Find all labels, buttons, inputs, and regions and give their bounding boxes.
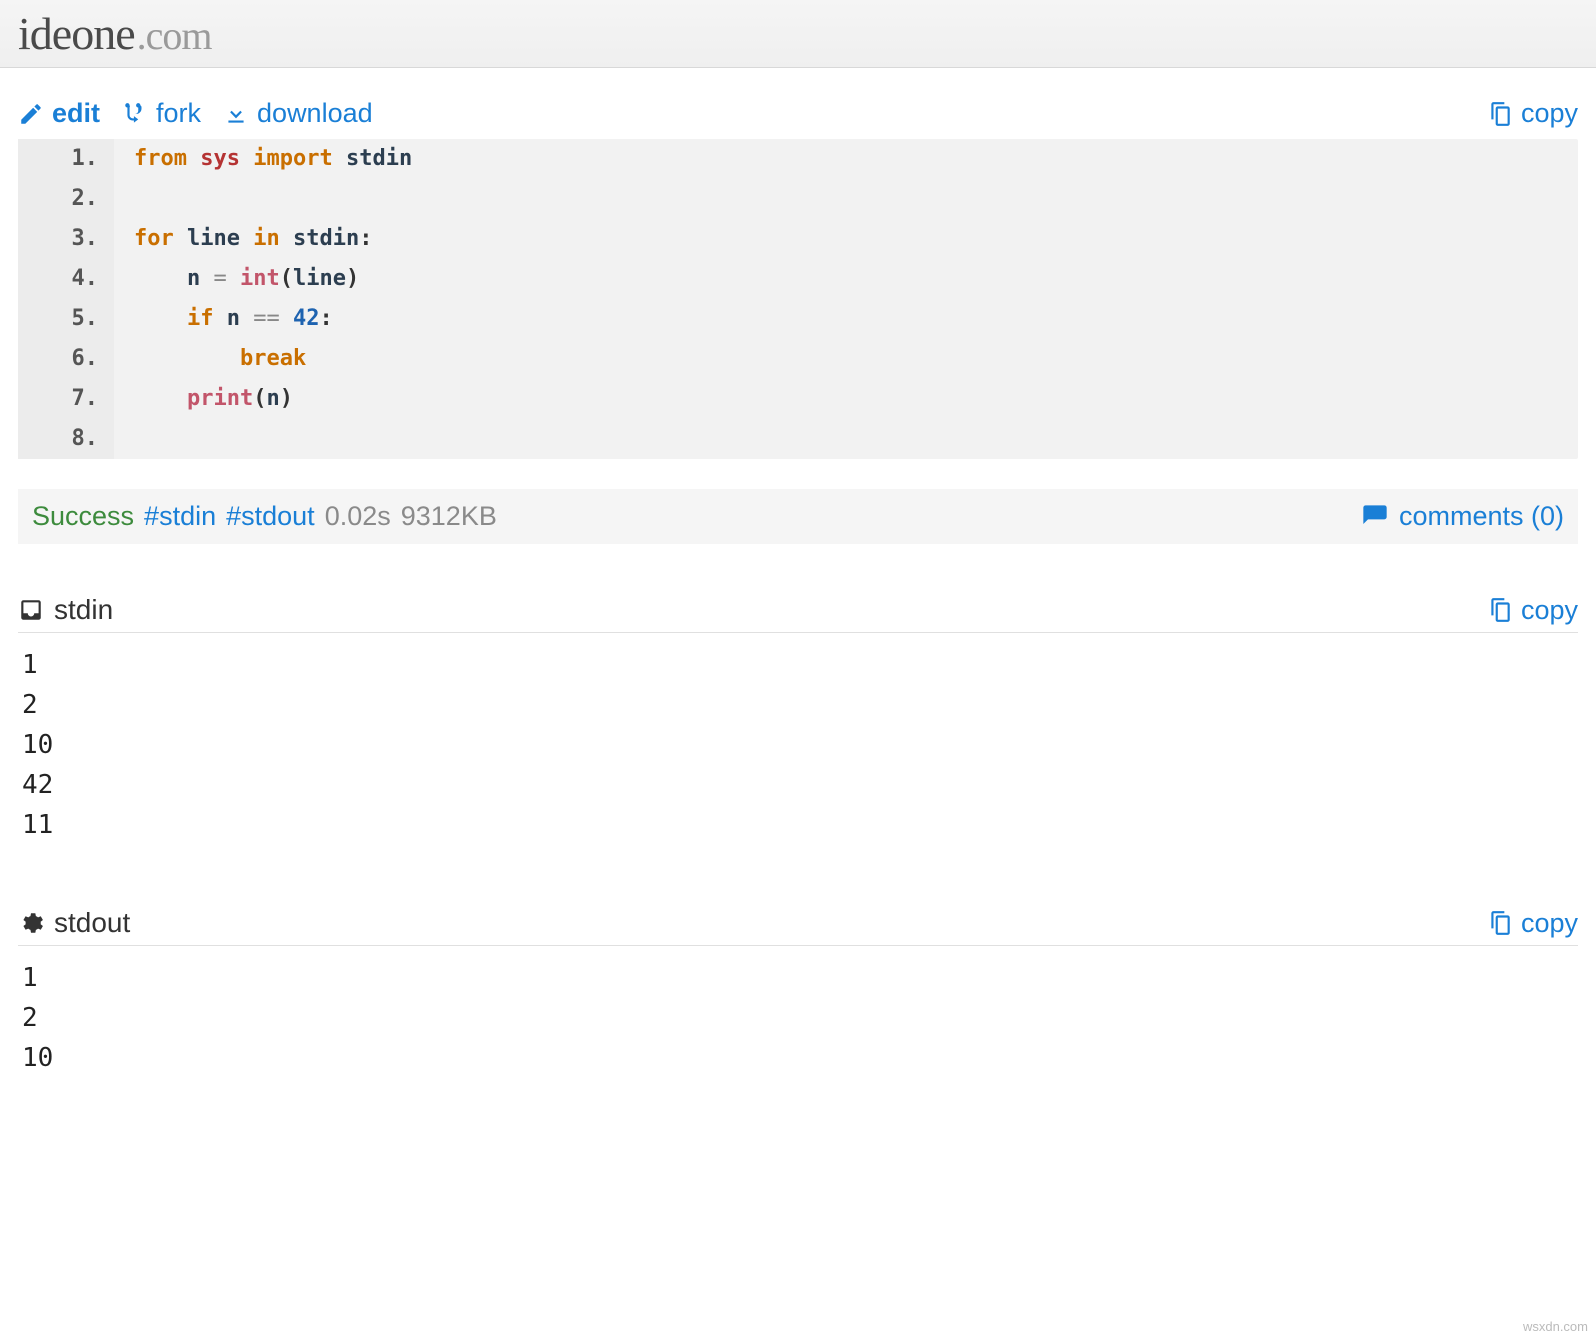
comments-button[interactable]: comments (0) [1361,501,1564,532]
line-number: 6. [18,339,114,379]
stdin-link[interactable]: #stdin [144,501,216,532]
comment-icon [1361,503,1389,531]
stdin-section: stdin copy 1 2 10 42 11 [18,594,1578,857]
line-number: 4. [18,259,114,299]
edit-label: edit [52,98,100,129]
code-line: 1. from sys import stdin [18,139,1578,179]
run-memory: 9312KB [401,501,497,532]
run-time: 0.02s [325,501,391,532]
stdout-content: 1 2 10 [18,946,1578,1090]
line-number: 1. [18,139,114,179]
copy-icon [1487,910,1513,936]
code-line: 4. n = int(line) [18,259,1578,299]
stdout-title: stdout [18,907,130,939]
line-number: 2. [18,179,114,219]
main-container: edit fork download copy 1. from sys impo… [0,68,1596,1090]
code-content: if n == 42: [114,299,333,339]
stdout-header: stdout copy [18,907,1578,946]
site-logo[interactable]: ideone.com [18,7,212,60]
code-content: from sys import stdin [114,139,412,179]
code-toolbar: edit fork download copy [18,98,1578,129]
comments-label: comments (0) [1399,501,1564,532]
stdin-content: 1 2 10 42 11 [18,633,1578,857]
copy-label: copy [1521,98,1578,129]
copy-stdout-label: copy [1521,908,1578,939]
code-content [114,419,134,459]
stdin-header: stdin copy [18,594,1578,633]
line-number: 8. [18,419,114,459]
copy-icon [1487,101,1513,127]
code-line: 6. break [18,339,1578,379]
logo-suffix: .com [137,12,212,59]
code-content: for line in stdin: [114,219,372,259]
line-number: 7. [18,379,114,419]
line-number: 3. [18,219,114,259]
copy-stdout-button[interactable]: copy [1487,908,1578,939]
download-button[interactable]: download [223,98,373,129]
watermark: wsxdn.com [1523,1319,1588,1334]
download-icon [223,101,249,127]
edit-icon [18,101,44,127]
download-label: download [257,98,373,129]
topbar: ideone.com [0,0,1596,68]
code-line: 7. print(n) [18,379,1578,419]
status-success: Success [32,501,134,532]
copy-icon [1487,597,1513,623]
copy-code-button[interactable]: copy [1487,98,1578,129]
stdin-title-text: stdin [54,594,113,626]
fork-icon [122,101,148,127]
inbox-icon [18,597,44,623]
code-line: 3. for line in stdin: [18,219,1578,259]
code-line: 2. [18,179,1578,219]
logo-text: ideone [18,7,135,60]
gears-icon [18,910,44,936]
line-number: 5. [18,299,114,339]
fork-button[interactable]: fork [122,98,201,129]
stdin-title: stdin [18,594,113,626]
fork-label: fork [156,98,201,129]
stdout-title-text: stdout [54,907,130,939]
code-editor: 1. from sys import stdin 2. 3. for line … [18,139,1578,459]
code-line: 5. if n == 42: [18,299,1578,339]
copy-stdin-label: copy [1521,595,1578,626]
code-line: 8. [18,419,1578,459]
status-bar: Success #stdin #stdout 0.02s 9312KB comm… [18,489,1578,544]
code-content: break [114,339,306,379]
code-content [114,179,134,219]
stdout-section: stdout copy 1 2 10 [18,907,1578,1090]
stdout-link[interactable]: #stdout [226,501,315,532]
copy-stdin-button[interactable]: copy [1487,595,1578,626]
edit-button[interactable]: edit [18,98,100,129]
code-content: print(n) [114,379,293,419]
code-content: n = int(line) [114,259,359,299]
